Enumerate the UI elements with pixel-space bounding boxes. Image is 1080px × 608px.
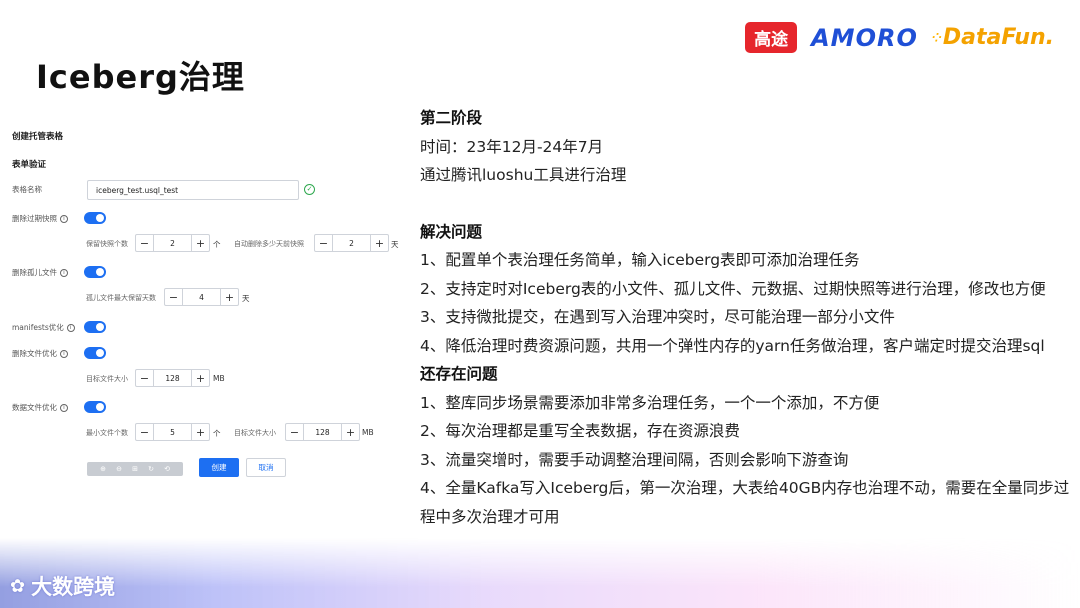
stepper-value[interactable]: 5 — [154, 424, 191, 440]
remain-item: 1、整库同步场景需要添加非常多治理任务，一个一个添加，不方便 — [420, 393, 880, 412]
stepper-value[interactable]: 2 — [154, 235, 191, 251]
zoom-in-icon[interactable]: ⊕ — [100, 465, 106, 473]
minus-icon[interactable]: − — [136, 424, 154, 440]
info-icon: i — [60, 349, 68, 358]
managed-table-form: 创建托管表格 表单验证 表格名称 iceberg_test.usql_test … — [12, 122, 407, 482]
stepper-value[interactable]: 128 — [304, 424, 341, 440]
keep-snapshots-label: 保留快照个数 — [86, 240, 128, 248]
create-button[interactable]: 创建 — [199, 458, 239, 477]
solve-item: 4、降低治理时费资源问题，共用一个弹性内存的yarn任务做治理，客户端定时提交治… — [420, 336, 1045, 355]
content-panel: 第二阶段 时间：23年12月-24年7月 通过腾讯luoshu工具进行治理 解决… — [420, 104, 1075, 531]
data-file-label: 数据文件优化 i — [12, 402, 68, 413]
plus-icon[interactable]: + — [370, 235, 388, 251]
solve-item: 1、配置单个表治理任务简单，输入iceberg表即可添加治理任务 — [420, 251, 860, 269]
info-icon: i — [60, 214, 68, 223]
cancel-button[interactable]: 取消 — [246, 458, 286, 477]
expire-snapshot-label: 删除过期快照 i — [12, 213, 68, 224]
image-viewer-toolbar: ⊕ ⊖ ⊞ ↻ ⟲ — [87, 462, 183, 476]
auto-delete-unit: 天 — [391, 240, 399, 249]
minus-icon[interactable]: − — [286, 424, 304, 440]
solve-item: 2、支持定时对Iceberg表的小文件、孤儿文件、元数据、过期快照等进行治理，修… — [420, 279, 1046, 298]
orphan-files-toggle[interactable] — [84, 266, 106, 278]
plus-icon[interactable]: + — [191, 424, 209, 440]
target-size2-stepper[interactable]: − 128 + — [285, 423, 360, 441]
stepper-value[interactable]: 2 — [333, 235, 370, 251]
rotate-icon[interactable]: ↻ — [148, 465, 154, 473]
minus-icon[interactable]: − — [165, 289, 183, 305]
plus-icon[interactable]: + — [191, 370, 209, 386]
min-files-label: 最小文件个数 — [86, 429, 128, 437]
target-size2-unit: MB — [362, 428, 374, 437]
data-file-toggle[interactable] — [84, 401, 106, 413]
solve-heading: 解决问题 — [420, 222, 483, 241]
amoro-logo: AMORO — [811, 23, 918, 52]
valid-check-icon: ✓ — [304, 184, 315, 195]
footer-gradient-band — [0, 538, 1080, 608]
tool-line: 通过腾讯luoshu工具进行治理 — [420, 166, 627, 184]
datafun-logo: ⁘ DataFun. — [932, 25, 1054, 50]
auto-delete-label: 自动删除多少天前快照 — [234, 240, 304, 248]
info-icon: i — [66, 323, 75, 332]
manifests-toggle[interactable] — [84, 321, 106, 333]
solve-item: 3、支持微批提交，在遇到写入治理冲突时，尽可能治理一部分小文件 — [420, 308, 895, 326]
table-name-input[interactable]: iceberg_test.usql_test — [87, 180, 299, 200]
partner-logos: 高途 AMORO ⁘ DataFun. — [745, 22, 1054, 53]
target-size-stepper[interactable]: − 128 + — [135, 369, 210, 387]
orphan-days-label: 孤儿文件最大保留天数 — [86, 294, 156, 302]
gaotu-logo: 高途 — [745, 22, 798, 53]
fit-icon[interactable]: ⊞ — [132, 465, 138, 473]
datafun-logo-text: DataFun. — [942, 25, 1054, 50]
stage-heading: 第二阶段 — [420, 109, 483, 127]
datafun-dots-icon: ⁘ — [931, 30, 942, 45]
minus-icon[interactable]: − — [315, 235, 333, 251]
auto-delete-stepper[interactable]: − 2 + — [314, 234, 389, 252]
min-files-stepper[interactable]: − 5 + — [135, 423, 210, 441]
minus-icon[interactable]: − — [136, 235, 154, 251]
stepper-value[interactable]: 128 — [154, 370, 191, 386]
target-size-unit: MB — [213, 374, 225, 383]
orphan-days-unit: 天 — [242, 294, 250, 303]
plus-icon[interactable]: + — [191, 235, 209, 251]
form-section-create: 创建托管表格 — [12, 132, 64, 142]
remain-item: 2、每次治理都是重写全表数据，存在资源浪费 — [420, 422, 740, 440]
form-section-validate: 表单验证 — [12, 160, 47, 170]
info-icon: i — [60, 403, 68, 412]
remain-item: 3、流量突增时，需要手动调整治理间隔，否则会影响下游查询 — [420, 450, 849, 469]
keep-snapshots-stepper[interactable]: − 2 + — [135, 234, 210, 252]
orphan-files-label: 删除孤儿文件 i — [12, 267, 68, 278]
min-files-unit: 个 — [213, 429, 221, 438]
time-line: 时间：23年12月-24年7月 — [420, 137, 604, 156]
stepper-value[interactable]: 4 — [183, 289, 220, 305]
footer-brand-text: 大数跨境 — [31, 575, 116, 599]
plus-icon[interactable]: + — [220, 289, 238, 305]
delete-file-toggle[interactable] — [84, 347, 106, 359]
expire-snapshot-toggle[interactable] — [84, 212, 106, 224]
target-size-label: 目标文件大小 — [86, 375, 128, 383]
zoom-out-icon[interactable]: ⊖ — [116, 465, 122, 473]
keep-snapshots-unit: 个 — [213, 240, 221, 249]
delete-file-label: 删除文件优化 i — [12, 348, 68, 359]
table-name-label: 表格名称 — [12, 185, 42, 194]
brand-mark-icon: ✿ — [10, 575, 26, 597]
orphan-days-stepper[interactable]: − 4 + — [164, 288, 239, 306]
remain-heading: 还存在问题 — [420, 365, 498, 383]
target-size2-label: 目标文件大小 — [234, 429, 276, 437]
info-icon: i — [60, 268, 68, 277]
manifests-label: manifests优化 i — [12, 322, 75, 333]
reset-icon[interactable]: ⟲ — [164, 465, 170, 473]
plus-icon[interactable]: + — [341, 424, 359, 440]
remain-item: 4、全量Kafka写入Iceberg后，第一次治理，大表给40GB内存也治理不动… — [420, 479, 1070, 526]
footer-brand: ✿ 大数跨境 — [10, 571, 115, 601]
page-title: Iceberg治理 — [36, 58, 245, 96]
minus-icon[interactable]: − — [136, 370, 154, 386]
